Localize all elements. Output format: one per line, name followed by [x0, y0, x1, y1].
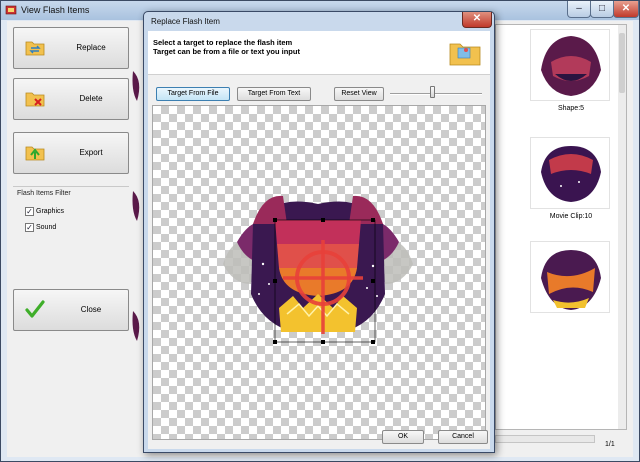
graphics-checkbox[interactable]: ✓ [25, 207, 34, 216]
page-indicator: 1/1 [605, 441, 615, 448]
dialog-subinstruction: Target can be from a file or text you in… [153, 47, 300, 56]
replace-flash-item-dialog: Replace Flash Item ✕ Select a target to … [143, 11, 495, 453]
ok-button[interactable]: OK [382, 430, 424, 444]
item-thumbnail [541, 250, 601, 310]
gallery-label-movie-clip-10: Movie Clip:10 [549, 213, 593, 220]
filter-sound-row[interactable]: ✓ Sound [25, 223, 56, 232]
folder-swap-icon [25, 41, 45, 56]
close-button[interactable]: Close [13, 289, 129, 331]
folder-export-icon [25, 146, 45, 161]
dialog-instruction: Select a target to replace the flash ite… [153, 38, 293, 47]
close-window-button[interactable]: ✕ [613, 1, 639, 18]
gallery-item-shape-5[interactable] [530, 29, 610, 101]
dialog-close-button[interactable]: ✕ [462, 12, 492, 28]
filter-title: Flash Items Filter [17, 190, 71, 197]
graphics-label: Graphics [36, 208, 65, 215]
filter-graphics-row[interactable]: ✓ Graphics [25, 207, 64, 216]
export-button[interactable]: Export [13, 132, 129, 174]
minimize-button[interactable]: – [567, 1, 591, 18]
close-label: Close [80, 305, 102, 314]
maximize-button[interactable]: □ [590, 1, 614, 18]
reset-view-button[interactable]: Reset View [334, 87, 384, 101]
folder-delete-icon [25, 92, 45, 107]
replace-label: Replace [76, 43, 106, 52]
gallery-scroll-thumb[interactable] [619, 33, 625, 93]
dialog-body: Select a target to replace the flash ite… [148, 31, 490, 449]
gallery-item-3[interactable] [530, 241, 610, 313]
dialog-header: Select a target to replace the flash ite… [148, 31, 490, 75]
window-title: View Flash Items [21, 5, 90, 15]
flash-items-filter: Flash Items Filter ✓ Graphics ✓ Sound [13, 186, 129, 266]
folder-icon [449, 43, 481, 66]
flash-item-preview [223, 195, 413, 344]
sound-label: Sound [36, 224, 57, 231]
gallery-item-movie-clip-10[interactable] [530, 137, 610, 209]
preview-canvas[interactable] [152, 105, 486, 440]
target-from-file-button[interactable]: Target From File [156, 87, 230, 101]
cancel-button[interactable]: Cancel [438, 430, 488, 444]
gallery-horizontal-scrollbar[interactable] [495, 435, 595, 443]
zoom-slider-thumb[interactable] [430, 86, 435, 98]
replace-button[interactable]: Replace [13, 27, 129, 69]
dialog-title: Replace Flash Item [151, 17, 220, 26]
delete-label: Delete [79, 94, 103, 103]
zoom-slider-track[interactable] [390, 93, 482, 95]
movie-clip-thumbnail [541, 146, 601, 202]
shape-thumbnail [541, 36, 601, 96]
gallery-label-shape-5: Shape:5 [557, 105, 585, 112]
checkmark-icon [25, 300, 45, 318]
flash-items-gallery: Shape:5 Movie Clip:10 [495, 24, 627, 430]
sound-checkbox[interactable]: ✓ [25, 223, 34, 232]
film-icon [5, 5, 17, 15]
target-from-text-button[interactable]: Target From Text [237, 87, 311, 101]
delete-button[interactable]: Delete [13, 78, 129, 120]
export-label: Export [79, 148, 103, 157]
